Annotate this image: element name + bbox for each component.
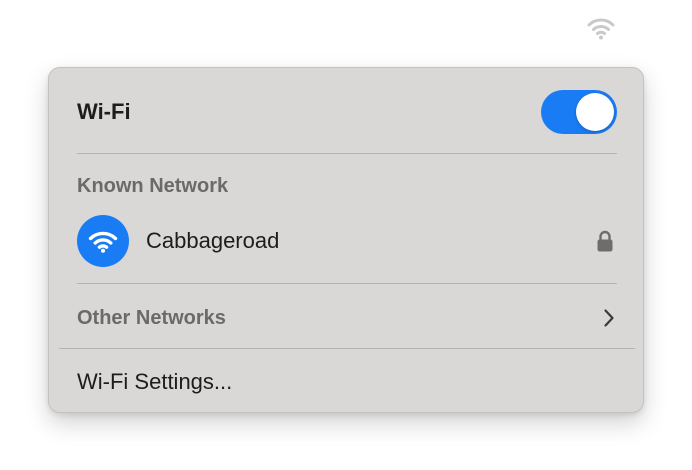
wifi-menu-panel: Wi-Fi Known Network Cabbageroad Other Ne…: [48, 67, 644, 413]
wifi-icon: [77, 215, 129, 267]
wifi-settings-item[interactable]: Wi-Fi Settings...: [77, 364, 617, 400]
divider: [77, 153, 617, 154]
wifi-header: Wi-Fi: [77, 90, 617, 134]
divider: [59, 348, 635, 349]
other-networks-label: Other Networks: [77, 306, 226, 329]
wifi-toggle[interactable]: [541, 90, 617, 134]
menubar-wifi-icon[interactable]: [585, 12, 617, 44]
chevron-right-icon: [603, 308, 615, 328]
lock-icon: [595, 229, 615, 253]
toggle-knob: [576, 93, 614, 131]
network-name: Cabbageroad: [146, 228, 280, 253]
network-row-cabbageroad[interactable]: Cabbageroad: [77, 215, 617, 267]
wifi-settings-label: Wi-Fi Settings...: [77, 369, 233, 394]
wifi-icon: [587, 18, 615, 40]
known-network-heading: Known Network: [77, 175, 229, 197]
other-networks-row[interactable]: Other Networks: [77, 300, 617, 336]
divider: [77, 283, 617, 284]
wifi-title: Wi-Fi: [77, 99, 131, 124]
